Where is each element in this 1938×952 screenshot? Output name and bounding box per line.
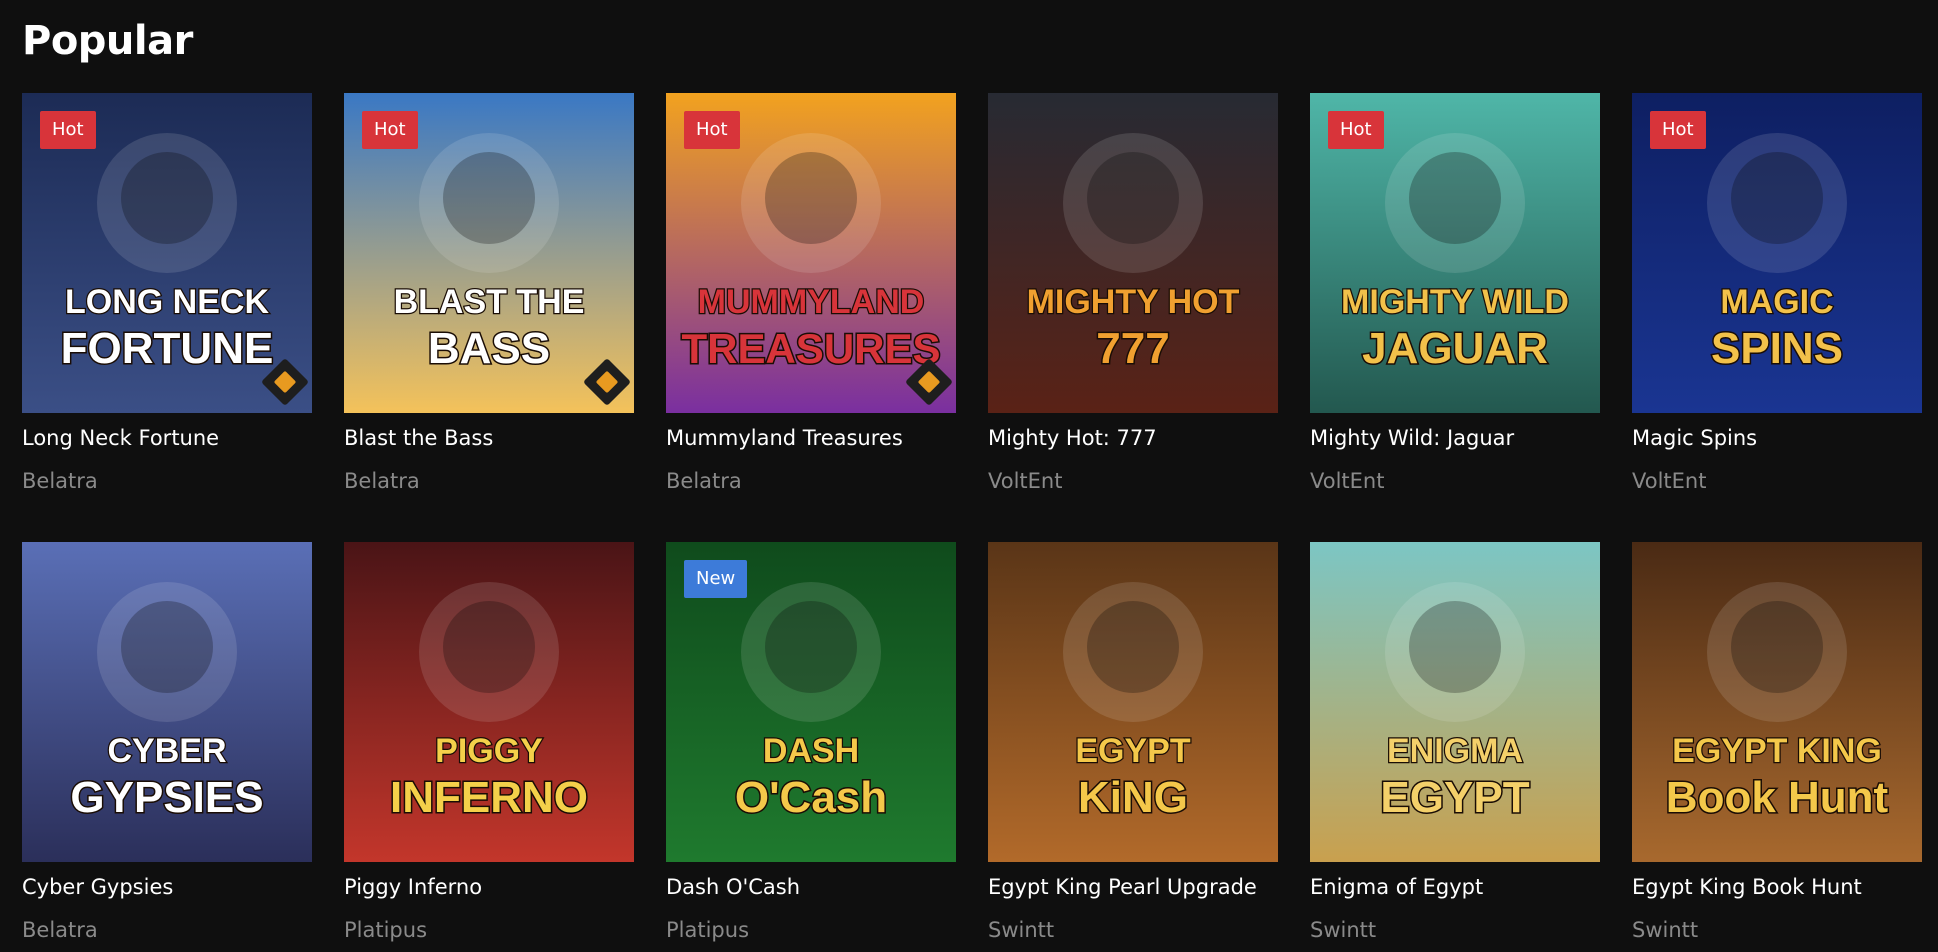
art-text-line-2: EGYPT <box>1380 773 1529 822</box>
game-art: CYBER GYPSIES <box>22 542 312 862</box>
art-text-line-2: Book Hunt <box>1666 773 1889 822</box>
goose-icon <box>121 152 213 244</box>
game-thumbnail[interactable]: EGYPT KiNG <box>988 542 1278 862</box>
games-grid: LONG NECK FORTUNE Hot Long Neck Fortune … <box>22 93 1938 952</box>
game-card-10[interactable]: ENIGMA EGYPT Enigma of Egypt Swintt <box>1310 542 1600 952</box>
game-badge: Hot <box>362 111 418 149</box>
art-text-line-2: FORTUNE <box>61 324 274 373</box>
art-text-line-2: BASS <box>428 324 550 373</box>
game-provider[interactable]: Swintt <box>1632 918 1698 942</box>
game-provider[interactable]: VoltEnt <box>988 469 1062 493</box>
game-provider[interactable]: VoltEnt <box>1310 469 1384 493</box>
game-card-5[interactable]: MAGIC SPINS Hot Magic Spins VoltEnt <box>1632 93 1922 519</box>
art-text-line-2: 777 <box>1096 324 1169 373</box>
game-title[interactable]: Enigma of Egypt <box>1310 875 1483 899</box>
art-text-line-1: MIGHTY WILD <box>1341 283 1569 321</box>
game-provider[interactable]: Belatra <box>344 469 420 493</box>
art-text-line-2: JAGUAR <box>1362 324 1548 373</box>
game-badge: Hot <box>1650 111 1706 149</box>
game-title[interactable]: Mighty Hot: 777 <box>988 426 1157 450</box>
man-icon <box>121 601 213 693</box>
game-art: EGYPT KiNG <box>988 542 1278 862</box>
game-title[interactable]: Long Neck Fortune <box>22 426 219 450</box>
game-thumbnail[interactable]: MIGHTY HOT 777 <box>988 93 1278 413</box>
game-card-4[interactable]: MIGHTY WILD JAGUAR Hot Mighty Wild: Jagu… <box>1310 93 1600 519</box>
art-text-line-1: MIGHTY HOT <box>1027 283 1240 321</box>
portal-icon <box>1731 152 1823 244</box>
game-card-0[interactable]: LONG NECK FORTUNE Hot Long Neck Fortune … <box>22 93 312 519</box>
game-thumbnail[interactable]: ENIGMA EGYPT <box>1310 542 1600 862</box>
game-thumbnail[interactable]: EGYPT KING Book Hunt <box>1632 542 1922 862</box>
art-text-line-1: ENIGMA <box>1387 732 1523 770</box>
explorer-icon <box>1087 601 1179 693</box>
game-badge: Hot <box>40 111 96 149</box>
game-art: PIGGY INFERNO <box>344 542 634 862</box>
art-text-line-1: PIGGY <box>435 732 543 770</box>
pyramid-icon <box>1409 601 1501 693</box>
game-thumbnail[interactable]: MIGHTY WILD JAGUAR Hot <box>1310 93 1600 413</box>
game-card-1[interactable]: BLAST THE BASS Hot Blast the Bass Belatr… <box>344 93 634 519</box>
game-title[interactable]: Mummyland Treasures <box>666 426 903 450</box>
game-card-8[interactable]: DASH O'Cash New Dash O'Cash Platipus <box>666 542 956 952</box>
mummy-icon <box>765 152 857 244</box>
game-provider[interactable]: VoltEnt <box>1632 469 1706 493</box>
game-title[interactable]: Dash O'Cash <box>666 875 800 899</box>
game-badge: Hot <box>1328 111 1384 149</box>
game-title[interactable]: Blast the Bass <box>344 426 493 450</box>
art-text-line-2: SPINS <box>1711 324 1843 373</box>
game-provider[interactable]: Platipus <box>344 918 427 942</box>
game-thumbnail[interactable]: LONG NECK FORTUNE Hot <box>22 93 312 413</box>
game-badge: New <box>684 560 748 598</box>
section-title: Popular <box>22 18 193 64</box>
art-text-line-1: CYBER <box>107 732 226 770</box>
pot-of-gold-icon <box>765 601 857 693</box>
game-title[interactable]: Piggy Inferno <box>344 875 482 899</box>
game-card-11[interactable]: EGYPT KING Book Hunt Egypt King Book Hun… <box>1632 542 1922 952</box>
game-provider[interactable]: Swintt <box>1310 918 1376 942</box>
game-thumbnail[interactable]: CYBER GYPSIES <box>22 542 312 862</box>
art-text-line-2: KiNG <box>1078 773 1188 822</box>
game-provider[interactable]: Swintt <box>988 918 1054 942</box>
game-badge: Hot <box>684 111 740 149</box>
game-card-7[interactable]: PIGGY INFERNO Piggy Inferno Platipus <box>344 542 634 952</box>
fire-icon <box>1087 152 1179 244</box>
art-text-line-1: EGYPT <box>1075 732 1190 770</box>
game-art: ENIGMA EGYPT <box>1310 542 1600 862</box>
game-title[interactable]: Magic Spins <box>1632 426 1757 450</box>
art-text-line-1: LONG NECK <box>65 283 269 321</box>
art-text-line-1: MAGIC <box>1720 283 1833 321</box>
game-card-6[interactable]: CYBER GYPSIES Cyber Gypsies Belatra <box>22 542 312 952</box>
game-thumbnail[interactable]: BLAST THE BASS Hot <box>344 93 634 413</box>
game-provider[interactable]: Belatra <box>22 469 98 493</box>
art-text-line-2: TREASURES <box>681 325 940 372</box>
jaguar-icon <box>1409 152 1501 244</box>
game-thumbnail[interactable]: DASH O'Cash New <box>666 542 956 862</box>
game-title[interactable]: Egypt King Book Hunt <box>1632 875 1862 899</box>
game-card-2[interactable]: MUMMYLAND TREASURES Hot Mummyland Treasu… <box>666 93 956 519</box>
game-provider[interactable]: Belatra <box>666 469 742 493</box>
game-thumbnail[interactable]: PIGGY INFERNO <box>344 542 634 862</box>
game-art: EGYPT KING Book Hunt <box>1632 542 1922 862</box>
art-text-line-2: GYPSIES <box>70 773 263 822</box>
art-text-line-1: BLAST THE <box>394 283 585 321</box>
game-art: MIGHTY HOT 777 <box>988 93 1278 413</box>
art-text-line-2: INFERNO <box>390 773 588 822</box>
game-provider[interactable]: Platipus <box>666 918 749 942</box>
art-text-line-1: EGYPT KING <box>1672 732 1882 770</box>
art-text-line-1: MUMMYLAND <box>698 283 925 321</box>
game-title[interactable]: Cyber Gypsies <box>22 875 173 899</box>
game-title[interactable]: Mighty Wild: Jaguar <box>1310 426 1514 450</box>
game-thumbnail[interactable]: MAGIC SPINS Hot <box>1632 93 1922 413</box>
art-text-line-1: DASH <box>763 732 859 770</box>
game-provider[interactable]: Belatra <box>22 918 98 942</box>
book-icon <box>1731 601 1823 693</box>
fish-icon <box>443 152 535 244</box>
game-title[interactable]: Egypt King Pearl Upgrade <box>988 875 1257 899</box>
game-card-3[interactable]: MIGHTY HOT 777 Mighty Hot: 777 VoltEnt <box>988 93 1278 519</box>
game-card-9[interactable]: EGYPT KiNG Egypt King Pearl Upgrade Swin… <box>988 542 1278 952</box>
game-thumbnail[interactable]: MUMMYLAND TREASURES Hot <box>666 93 956 413</box>
pig-icon <box>443 601 535 693</box>
art-text-line-2: O'Cash <box>735 773 887 822</box>
